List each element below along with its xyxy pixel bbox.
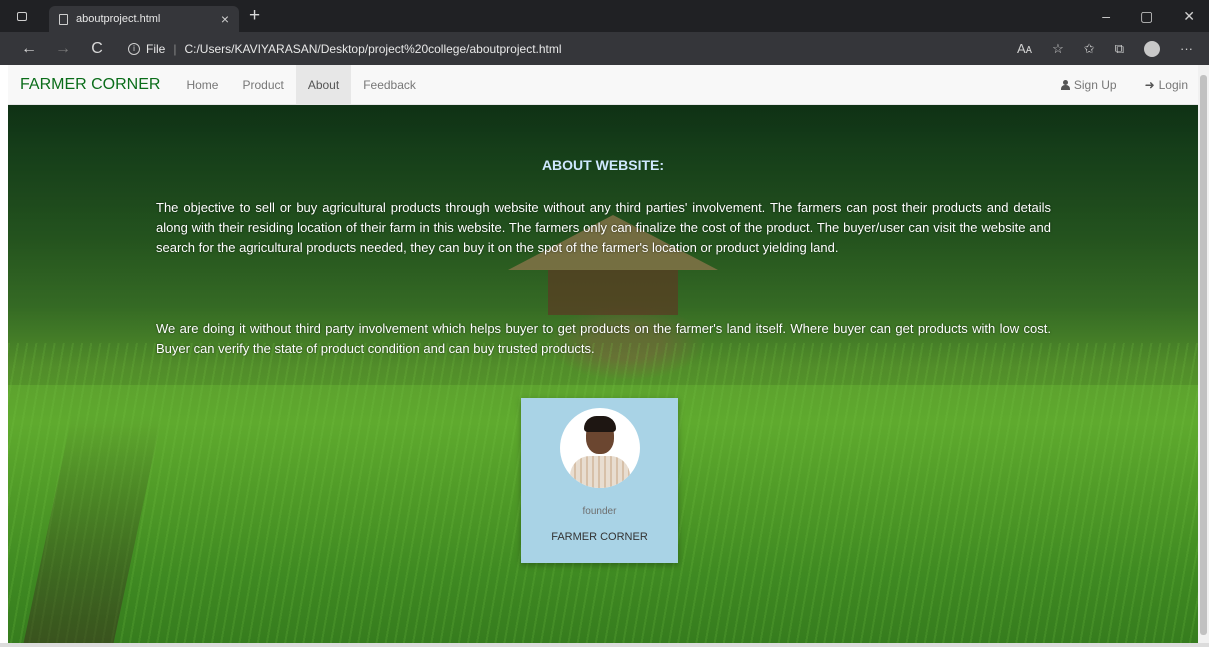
file-label: File xyxy=(146,41,166,56)
page-title: ABOUT WEBSITE: xyxy=(541,157,665,173)
browser-tab[interactable]: aboutproject.html × xyxy=(49,6,239,32)
brand-logo[interactable]: FARMER CORNER xyxy=(20,76,160,94)
minimize-button[interactable]: – xyxy=(1102,8,1110,25)
window-controls: – ▢ ✕ xyxy=(1102,8,1195,25)
tab-title: aboutproject.html xyxy=(76,13,161,25)
founder-organization: FARMER CORNER xyxy=(551,531,648,543)
more-icon[interactable]: ··· xyxy=(1180,41,1193,56)
page-scrollbar[interactable] xyxy=(1198,65,1209,643)
profile-icon[interactable] xyxy=(1144,40,1160,57)
about-paragraph-1: The objective to sell or buy agricultura… xyxy=(156,200,1051,255)
url-text[interactable]: C:/Users/KAVIYARASAN/Desktop/project%20c… xyxy=(184,42,561,56)
url-separator: | xyxy=(173,41,177,56)
bottom-edge xyxy=(0,643,1209,647)
toolbar-icons: Aᴀ ☆ ✩ ⧉ ··· xyxy=(1017,40,1193,57)
scrollbar-thumb[interactable] xyxy=(1200,75,1207,635)
founder-card: founder FARMER CORNER xyxy=(521,398,678,563)
close-window-button[interactable]: ✕ xyxy=(1183,8,1195,25)
close-tab-icon[interactable]: × xyxy=(221,11,229,27)
page-viewport: FARMER CORNER Home Product About Feedbac… xyxy=(8,65,1198,643)
nav-feedback[interactable]: Feedback xyxy=(351,65,428,105)
back-button[interactable]: ← xyxy=(12,40,46,58)
add-favorite-icon[interactable]: ☆ xyxy=(1052,41,1064,57)
address-bar[interactable]: i File | C:/Users/KAVIYARASAN/Desktop/pr… xyxy=(128,42,1017,56)
favorites-icon[interactable]: ✩ xyxy=(1084,41,1095,57)
refresh-button[interactable]: C xyxy=(80,40,114,58)
info-icon[interactable]: i xyxy=(128,42,140,55)
login-label: Login xyxy=(1158,77,1188,92)
nav-product[interactable]: Product xyxy=(230,65,295,105)
forward-button[interactable]: → xyxy=(46,40,80,58)
read-aloud-icon[interactable]: Aᴀ xyxy=(1017,41,1032,56)
signup-link[interactable]: Sign Up xyxy=(1060,77,1117,92)
address-bar-row: ← → C i File | C:/Users/KAVIYARASAN/Desk… xyxy=(0,32,1209,65)
avatar-shirt xyxy=(569,456,630,488)
login-icon: ➜ xyxy=(1144,77,1155,92)
new-tab-button[interactable]: + xyxy=(249,5,260,27)
browser-tab-bar: aboutproject.html × + – ▢ ✕ xyxy=(0,0,1209,32)
about-paragraph-2: We are doing it without third party invo… xyxy=(156,321,1051,356)
nav-home[interactable]: Home xyxy=(174,65,230,105)
tab-actions-icon[interactable] xyxy=(17,11,27,21)
site-navbar: FARMER CORNER Home Product About Feedbac… xyxy=(8,65,1198,105)
login-link[interactable]: ➜ Login xyxy=(1145,78,1188,92)
signup-label: Sign Up xyxy=(1073,77,1117,92)
about-content: ABOUT WEBSITE: The objective to sell or … xyxy=(8,105,1198,643)
nav-about[interactable]: About xyxy=(295,65,352,105)
founder-role: founder xyxy=(582,506,617,517)
restore-button[interactable]: ▢ xyxy=(1140,8,1153,25)
founder-avatar xyxy=(559,408,640,488)
avatar-hair xyxy=(583,416,616,432)
page-icon xyxy=(59,13,68,25)
nav-right: Sign Up ➜ Login xyxy=(1060,77,1188,92)
user-icon xyxy=(1060,79,1070,90)
collections-icon[interactable]: ⧉ xyxy=(1115,41,1124,57)
